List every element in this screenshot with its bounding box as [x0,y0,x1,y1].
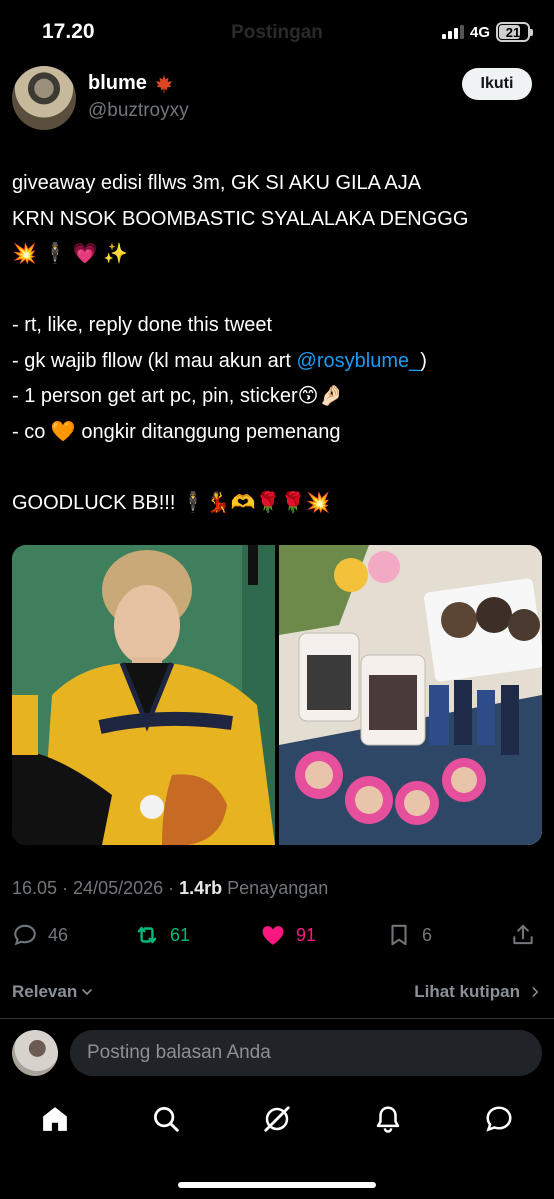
messages-icon[interactable] [484,1104,514,1134]
status-indicators: 4G 21 [441,22,533,42]
like-button[interactable]: 91 [260,922,316,948]
rule-text: ) [420,349,427,372]
grok-icon[interactable] [262,1104,292,1134]
battery-level: 21 [505,24,521,40]
reply-button[interactable]: 46 [12,922,68,948]
retweet-count: 61 [170,924,191,945]
sort-label: Relevan [12,982,78,1001]
signal-icon [441,25,464,39]
search-icon[interactable] [151,1104,181,1134]
merch-collection-photo[interactable] [279,545,542,845]
author-name-row[interactable]: blume [88,72,175,95]
reply-icon [14,924,36,946]
notifications-icon[interactable] [373,1104,403,1134]
rule-text: - gk wajib fllow (kl mau akun art [12,349,297,372]
heart-icon [262,926,284,945]
retweet-button[interactable]: 61 [134,922,190,948]
chevron-right-icon [532,987,539,997]
tweet-line: KRN NSOK BOOMBASTIC SYALALAKA DENGGG [12,207,469,230]
chevron-down-icon [82,989,93,996]
tweet-rule: - gk wajib fllow (kl mau akun art @rosyb… [12,344,542,380]
media-grid [12,545,542,845]
bookmark-button[interactable]: 6 [386,922,432,948]
sort-dropdown[interactable]: Relevan [12,982,95,1002]
tweet-meta: 16.05 · 24/05/2026 · 1.4rb Penayangan [12,878,328,899]
author-avatar[interactable] [12,66,76,130]
tweet-rule: - rt, like, reply done this tweet [12,314,273,336]
tweet-rule: - 1 person get art pc, pin, sticker😙🤌🏻 [12,385,344,407]
tweet-rule: - co 🧡 ongkir ditanggung pemenang [12,420,341,443]
home-indicator[interactable] [178,1182,376,1188]
tweet-closing: GOODLUCK BB!!! 🕴💃🫶🌹🌹💥 [12,491,331,514]
like-count: 91 [296,924,317,945]
follow-button[interactable]: Ikuti [462,68,532,100]
view-quotes-link[interactable]: Lihat kutipan [414,982,542,1002]
tweet-timestamp: 16.05 · 24/05/2026 · [12,878,175,898]
maple-leaf-icon [155,74,173,93]
tweet-emoji-line: 💥 🕴 💗 ✨ [12,243,129,265]
share-button[interactable] [510,922,536,948]
network-type: 4G [469,23,490,41]
bookmark-count: 6 [422,924,433,945]
share-icon [513,924,533,945]
status-bar: 17.20 Postingan 4G 21 [0,0,554,60]
baseball-jersey-photo[interactable] [12,545,275,845]
mention-link[interactable]: @rosyblume_ [297,350,421,372]
views-label: Penayangan [227,878,329,898]
merch-illustration [279,545,542,845]
tweet-line: giveaway edisi fllws 3m, GK SI AKU GILA … [12,172,422,194]
tweet-body: giveaway edisi fllws 3m, GK SI AKU GILA … [12,166,542,521]
jersey-illustration [12,545,275,845]
retweet-icon [137,926,157,944]
author-handle[interactable]: @buztroyxy [88,100,189,122]
current-user-avatar[interactable] [12,1030,58,1076]
battery-icon: 21 [496,22,533,42]
divider [0,1018,554,1019]
author-display-name[interactable]: blume [88,72,147,95]
view-quotes-label: Lihat kutipan [414,982,520,1001]
reply-count: 46 [48,924,69,945]
reply-input[interactable] [70,1030,542,1076]
tweet-actions: 46 61 91 6 [12,920,542,954]
bottom-navigation [0,1096,554,1146]
bookmark-icon [391,924,407,946]
views-count[interactable]: 1.4rb [179,878,222,899]
home-icon[interactable] [40,1104,70,1134]
